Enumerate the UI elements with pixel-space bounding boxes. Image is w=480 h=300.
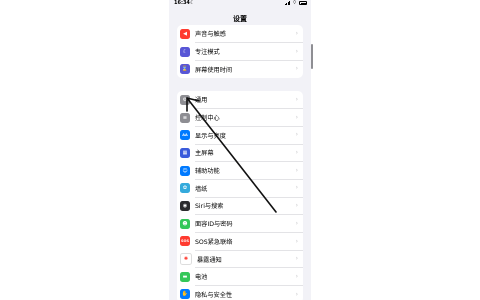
chevron-right-icon: › [295, 65, 298, 73]
screen: 16:34 ☾ ⌔ 设置 ◀ 声音与触感 › ☾ 专注模式 › ⌛ 屏幕使用时间 › ⚙ 通用 › ≡… [0, 0, 480, 300]
settings-row-label: 专注模式 [195, 49, 220, 57]
page-title: 设置 [233, 15, 247, 23]
gear-icon: ⚙ [180, 94, 190, 105]
settings-row-gear[interactable]: ⚙ 通用 › [177, 91, 303, 109]
accessibility-icon: ☺ [180, 165, 190, 176]
chevron-right-icon: › [295, 149, 298, 157]
settings-row-label: 显示与亮度 [195, 132, 226, 140]
focus-moon-icon: ☾ [190, 0, 195, 6]
settings-row-sos[interactable]: SOS SOS紧急联络 › [177, 233, 303, 251]
settings-row-label: 墙纸 [195, 185, 208, 193]
settings-row-speaker[interactable]: ◀ 声音与触感 › [177, 25, 303, 43]
settings-row-label: SOS紧急联络 [195, 238, 233, 246]
settings-row-home-grid[interactable]: ▦ 主屏幕 › [177, 144, 303, 162]
chevron-right-icon: › [295, 184, 298, 192]
settings-row-label: 暴露通知 [197, 256, 222, 264]
settings-screen: 16:34 ☾ ⌔ 设置 ◀ 声音与触感 › ☾ 专注模式 › ⌛ 屏幕使用时间 › ⚙ 通用 › ≡… [169, 0, 311, 300]
chevron-right-icon: › [295, 113, 298, 121]
settings-row-label: 主屏幕 [195, 150, 214, 158]
chevron-right-icon: › [295, 202, 298, 210]
status-bar: 16:34 ☾ ⌔ [169, 0, 311, 8]
settings-group-top: ◀ 声音与触感 › ☾ 专注模式 › ⌛ 屏幕使用时间 › [177, 25, 303, 79]
settings-row-accessibility[interactable]: ☺ 辅助功能 › [177, 162, 303, 180]
settings-row-wallpaper[interactable]: ✿ 墙纸 › [177, 179, 303, 198]
settings-row-faceid[interactable]: ☻ 面容ID与密码 › [177, 215, 303, 233]
settings-row-label: 控制中心 [195, 115, 220, 123]
settings-row-aa[interactable]: AA 显示与亮度 › [177, 126, 303, 145]
settings-row-label: 声音与触感 [195, 31, 226, 39]
sos-icon: SOS [180, 236, 190, 247]
chevron-right-icon: › [295, 96, 298, 103]
moon-icon: ☾ [180, 46, 190, 57]
settings-row-label: 面容ID与密码 [195, 221, 233, 229]
switches-icon: ≡ [180, 112, 190, 123]
status-time: 16:34 [174, 0, 190, 6]
battery-status-icon [299, 1, 307, 5]
settings-row-hand[interactable]: ✋ 隐私与安全性 › [177, 286, 303, 300]
wallpaper-icon: ✿ [180, 183, 190, 194]
settings-row-switches[interactable]: ≡ 控制中心 › [177, 109, 303, 127]
settings-row-label: 隐私与安全性 [195, 291, 233, 299]
aa-icon: AA [180, 130, 190, 141]
battery-icon: ▬ [180, 271, 190, 282]
settings-row-moon[interactable]: ☾ 专注模式 › [177, 43, 303, 61]
settings-row-battery[interactable]: ▬ 电池 › [177, 268, 303, 286]
speaker-icon: ◀ [180, 28, 190, 39]
siri-icon: ◉ [180, 200, 190, 211]
chevron-right-icon: › [295, 47, 298, 55]
settings-group-main: ⚙ 通用 › ≡ 控制中心 › AA 显示与亮度 › ▦ 主屏幕 › ☺ 辅助功能 › ✿ 墙纸 › ◉ Siri与搜… [177, 91, 303, 300]
settings-row-label: 通用 [195, 97, 208, 105]
home-grid-icon: ▦ [180, 147, 190, 158]
settings-row-exposure[interactable]: ✺ 暴露通知 › [177, 250, 303, 268]
chevron-right-icon: › [295, 30, 298, 37]
settings-row-siri[interactable]: ◉ Siri与搜索 › [177, 197, 303, 215]
scrollbar[interactable] [311, 44, 313, 69]
settings-row-label: 屏幕使用时间 [195, 66, 233, 74]
chevron-right-icon: › [295, 290, 298, 298]
chevron-right-icon: › [295, 237, 298, 245]
hourglass-icon: ⌛ [180, 64, 190, 75]
wifi-icon: ⌔ [292, 0, 297, 6]
chevron-right-icon: › [295, 166, 298, 174]
hand-icon: ✋ [180, 289, 190, 300]
signal-icon [284, 1, 291, 5]
settings-row-label: Siri与搜索 [195, 203, 224, 211]
chevron-right-icon: › [295, 272, 298, 280]
settings-row-label: 辅助功能 [195, 168, 220, 176]
exposure-icon: ✺ [180, 253, 192, 266]
settings-row-hourglass[interactable]: ⌛ 屏幕使用时间 › [177, 60, 303, 78]
faceid-icon: ☻ [180, 218, 190, 229]
chevron-right-icon: › [295, 131, 298, 139]
settings-row-label: 电池 [195, 274, 208, 282]
chevron-right-icon: › [295, 219, 298, 227]
chevron-right-icon: › [295, 255, 298, 263]
status-indicators: ⌔ [284, 0, 307, 6]
